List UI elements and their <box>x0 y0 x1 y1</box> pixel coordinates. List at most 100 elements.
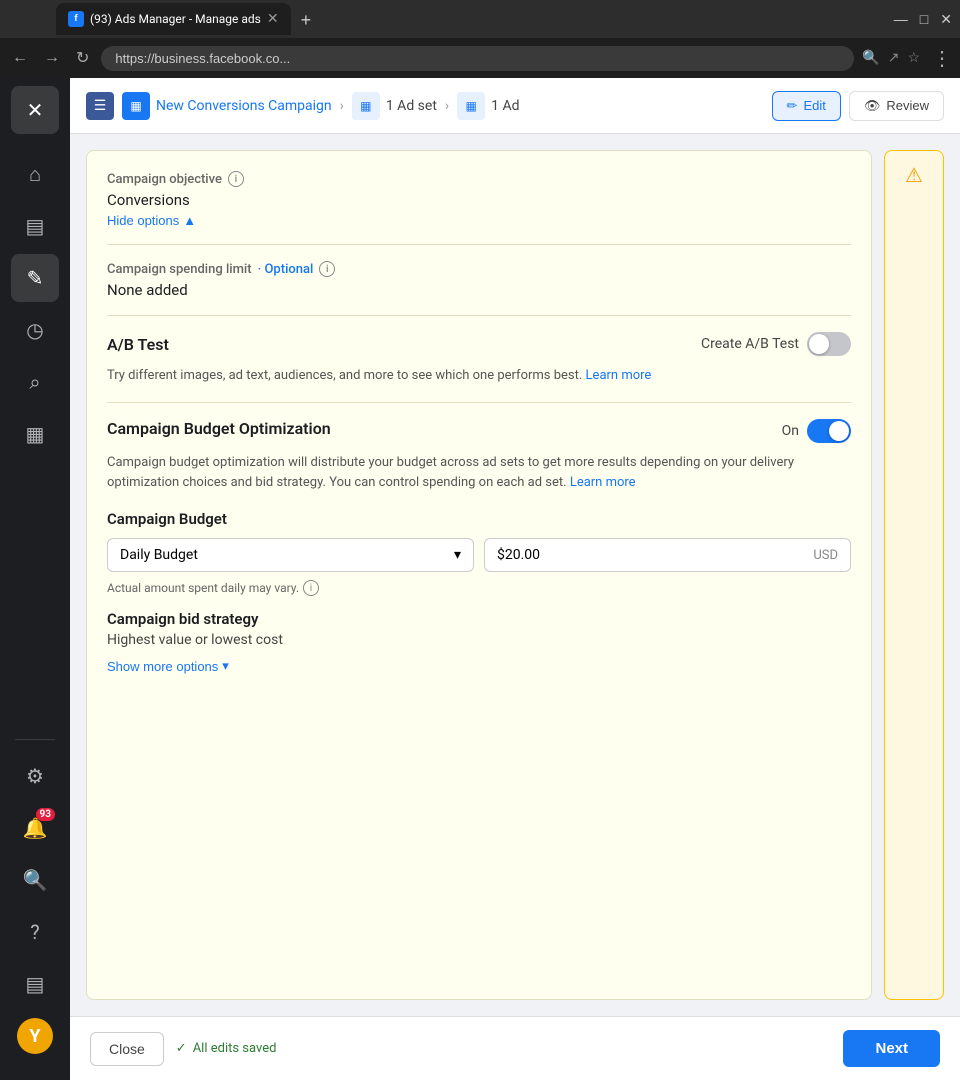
campaign-budget-title: Campaign Budget <box>107 510 851 528</box>
budget-row: Daily Budget ▾ $20.00 USD <box>107 538 851 572</box>
sidebar-toggle-icon[interactable]: ☰ <box>86 92 114 120</box>
ab-learn-more-link[interactable]: Learn more <box>586 368 652 383</box>
breadcrumb-campaign[interactable]: ▦ New Conversions Campaign <box>122 92 332 120</box>
cbo-toggle-row: On <box>782 419 851 443</box>
clock-icon: ◷ <box>26 318 43 342</box>
ab-toggle-knob <box>809 334 829 354</box>
breadcrumb-ad[interactable]: ▦ 1 Ad <box>457 92 519 120</box>
home-icon: ⌂ <box>29 162 41 187</box>
spending-info-icon[interactable]: i <box>319 261 335 277</box>
minimize-button[interactable]: — <box>894 11 908 27</box>
sidebar-item-edit[interactable]: ✎ <box>11 254 59 302</box>
budget-note-info-icon[interactable]: i <box>303 580 319 596</box>
bookmark-icon: ☆ <box>907 50 920 66</box>
back-button[interactable]: ← <box>8 45 32 71</box>
window-controls <box>8 15 40 23</box>
ad-grid-icon: ▦ <box>465 99 476 113</box>
sidebar-item-grid[interactable]: ▦ <box>11 410 59 458</box>
budget-type-select[interactable]: Daily Budget ▾ <box>107 538 474 572</box>
warning-panel: ⚠ <box>884 150 944 1000</box>
sidebar-divider <box>15 739 55 740</box>
budget-note: Actual amount spent daily may vary. i <box>107 580 851 596</box>
edit-pencil-icon: ✏ <box>787 98 798 114</box>
sidebar-item-home[interactable]: ⌂ <box>11 150 59 198</box>
saved-label: All edits saved <box>193 1041 277 1056</box>
edit-button[interactable]: ✏ Edit <box>772 91 841 121</box>
new-tab-button[interactable]: + <box>293 6 320 35</box>
cbo-learn-more-link[interactable]: Learn more <box>570 475 636 490</box>
sidebar-close-button[interactable]: ✕ <box>11 86 59 134</box>
tab-close-button[interactable]: ✕ <box>267 11 279 27</box>
form-card: Campaign objective i Conversions Hide op… <box>86 150 872 1000</box>
next-button[interactable]: Next <box>843 1030 940 1067</box>
budget-currency: USD <box>813 548 838 563</box>
edit-icon: ✎ <box>27 266 44 290</box>
app-container: ✕ ⌂ ▤ ✎ ◷ ⌕ ▦ ⚙ 🔔 93 🔍 <box>0 78 960 1080</box>
adset-grid-icon: ▦ <box>360 99 371 113</box>
hide-options-button[interactable]: Hide options ▲ <box>107 213 196 228</box>
divider-2 <box>107 315 851 316</box>
divider-1 <box>107 244 851 245</box>
sidebar: ✕ ⌂ ▤ ✎ ◷ ⌕ ▦ ⚙ 🔔 93 🔍 <box>0 78 70 1080</box>
sidebar-item-chart[interactable]: ▤ <box>11 202 59 250</box>
forward-button[interactable]: → <box>40 45 64 71</box>
review-label: Review <box>886 98 929 113</box>
sidebar-item-panel[interactable]: ▤ <box>11 960 59 1008</box>
toggle-sidebar-icon: ☰ <box>94 98 107 114</box>
title-bar-right: — □ ✕ <box>894 11 952 28</box>
restore-button[interactable]: □ <box>920 11 928 27</box>
cbo-title: Campaign Budget Optimization <box>107 419 331 438</box>
budget-amount-input[interactable]: $20.00 USD <box>484 538 851 572</box>
browser-menu-button[interactable]: ⋮ <box>932 46 952 70</box>
ad-icon: ▦ <box>457 92 485 120</box>
breadcrumb-sep-1: › <box>340 98 344 114</box>
edit-label: Edit <box>803 98 825 113</box>
optional-label: · Optional <box>258 262 314 277</box>
tab-bar: f (93) Ads Manager - Manage ads ✕ + <box>56 3 319 35</box>
review-eye-icon: 👁 <box>864 98 881 114</box>
ab-test-description: Try different images, ad text, audiences… <box>107 366 851 386</box>
cbo-desc-text: Campaign budget optimization will distri… <box>107 455 794 491</box>
breadcrumb-adset[interactable]: ▦ 1 Ad set <box>352 92 437 120</box>
ab-desc-text: Try different images, ad text, audiences… <box>107 368 582 383</box>
address-input[interactable] <box>101 46 854 71</box>
bid-strategy-label: Campaign bid strategy <box>107 610 851 628</box>
bottom-bar: Close ✓ All edits saved Next <box>70 1016 960 1080</box>
avatar-letter: Y <box>29 1026 40 1047</box>
sidebar-item-search[interactable]: ⌕ <box>11 358 59 406</box>
scroll-area[interactable]: Campaign objective i Conversions Hide op… <box>70 134 960 1016</box>
bid-strategy-value: Highest value or lowest cost <box>107 632 851 648</box>
campaign-icon: ▦ <box>122 92 150 120</box>
ab-test-toggle[interactable] <box>807 332 851 356</box>
chart-icon: ▤ <box>26 214 45 238</box>
refresh-button[interactable]: ↻ <box>72 44 93 72</box>
cbo-description: Campaign budget optimization will distri… <box>107 453 851 495</box>
objective-info-icon[interactable]: i <box>228 171 244 187</box>
notification-badge: 93 <box>36 808 55 821</box>
help-icon: ? <box>30 920 39 944</box>
sidebar-item-search2[interactable]: 🔍 <box>11 856 59 904</box>
top-nav: ☰ ▦ New Conversions Campaign › ▦ 1 Ad se… <box>70 78 960 134</box>
active-tab[interactable]: f (93) Ads Manager - Manage ads ✕ <box>56 3 291 35</box>
settings-icon: ⚙ <box>26 764 44 788</box>
sidebar-item-user[interactable]: Y <box>11 1012 59 1060</box>
chevron-up-icon: ▲ <box>183 213 196 228</box>
show-more-label: Show more options <box>107 659 218 674</box>
sidebar-item-notifications[interactable]: 🔔 93 <box>11 804 59 852</box>
cbo-toggle[interactable] <box>807 419 851 443</box>
breadcrumb: ☰ <box>86 92 114 120</box>
close-window-button[interactable]: ✕ <box>940 11 952 28</box>
review-button[interactable]: 👁 Review <box>849 91 944 121</box>
adset-icon: ▦ <box>352 92 380 120</box>
address-bar: ← → ↻ 🔍 ↗ ☆ ⋮ <box>0 38 960 78</box>
campaign-objective-label: Campaign objective <box>107 172 222 187</box>
sidebar-item-clock[interactable]: ◷ <box>11 306 59 354</box>
close-button[interactable]: Close <box>90 1032 164 1066</box>
saved-status: ✓ All edits saved <box>176 1041 277 1056</box>
budget-type-label: Daily Budget <box>120 547 198 563</box>
breadcrumb-sep-2: › <box>445 98 449 114</box>
tab-favicon: f <box>68 11 84 27</box>
show-more-options-button[interactable]: Show more options ▾ <box>107 658 229 674</box>
sidebar-item-help[interactable]: ? <box>11 908 59 956</box>
sidebar-item-settings[interactable]: ⚙ <box>11 752 59 800</box>
